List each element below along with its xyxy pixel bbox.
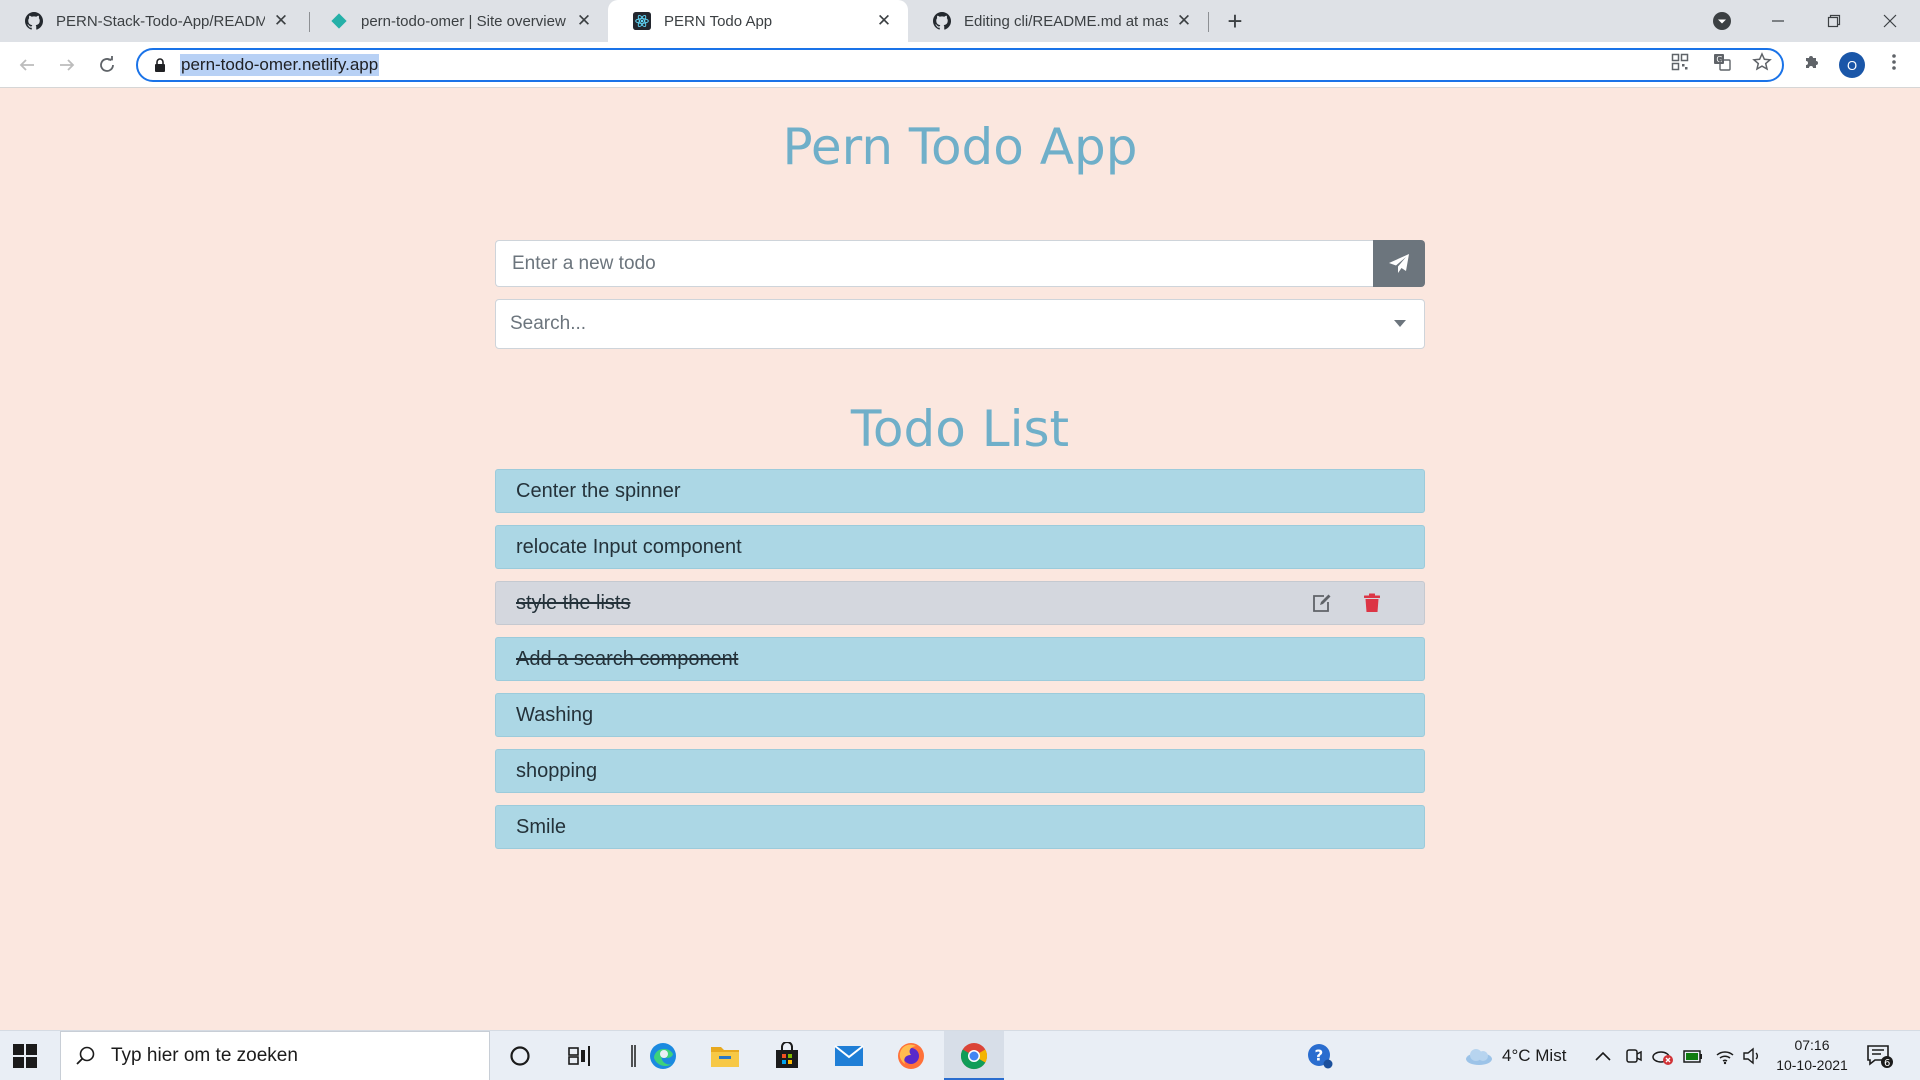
windows-start-icon[interactable] (12, 1043, 38, 1069)
react-icon (632, 11, 652, 31)
close-icon[interactable]: ✕ (874, 11, 894, 31)
todo-item[interactable]: shopping (495, 749, 1425, 793)
todo-text[interactable]: Smile (516, 816, 566, 839)
restore-button[interactable] (1806, 0, 1862, 42)
github-icon (24, 11, 44, 31)
close-icon[interactable]: ✕ (1174, 11, 1194, 31)
extensions-icon[interactable] (1799, 49, 1825, 75)
notification-count: 6 (1884, 1058, 1890, 1069)
taskbar-search-text: Typ hier om te zoeken (111, 1045, 298, 1066)
chevron-down-icon (1713, 12, 1731, 30)
arrow-left-icon (19, 59, 34, 71)
tab-separator (1208, 12, 1209, 32)
tab-title: PERN Todo App (664, 12, 773, 30)
edit-icon[interactable] (1310, 591, 1334, 615)
todo-item[interactable]: style the lists (495, 581, 1425, 625)
close-window-button[interactable] (1862, 0, 1918, 42)
volume-icon[interactable] (1735, 1039, 1769, 1073)
forward-button[interactable] (52, 50, 82, 80)
reload-button[interactable] (92, 50, 122, 80)
chevron-up-icon[interactable] (1586, 1039, 1620, 1073)
tab-title: Editing cli/README.md at master (964, 12, 1168, 30)
store-icon[interactable] (770, 1039, 804, 1073)
clock-date: 10-10-2021 (1776, 1057, 1848, 1073)
tab-title: pern-todo-omer | Site overview (361, 12, 566, 30)
todo-text[interactable]: shopping (516, 760, 597, 783)
todo-item[interactable]: Washing (495, 693, 1425, 737)
github-icon (932, 11, 952, 31)
search-input[interactable] (510, 313, 1390, 335)
battery-icon[interactable] (1677, 1039, 1711, 1073)
tab-github-editing[interactable]: Editing cli/README.md at master ✕ (908, 0, 1208, 42)
search-select[interactable] (495, 299, 1425, 349)
new-todo-input[interactable] (495, 240, 1373, 287)
browser-toolbar: pern-todo-omer.netlify.app G O (0, 42, 1920, 88)
reload-icon (100, 56, 114, 72)
notification-icon[interactable]: 6 (1863, 1039, 1897, 1073)
tab-netlify-site[interactable]: pern-todo-omer | Site overview ✕ (305, 0, 608, 42)
qr-code-icon[interactable] (1667, 49, 1693, 75)
onedrive-error-icon[interactable] (1646, 1039, 1680, 1073)
weather-text[interactable]: 4°C Mist (1502, 1046, 1566, 1066)
file-explorer-icon[interactable] (708, 1039, 742, 1073)
todo-text[interactable]: Center the spinner (516, 480, 681, 503)
todo-text[interactable]: style the lists (516, 592, 630, 615)
app-title: Pern Todo App (782, 118, 1138, 176)
mail-icon[interactable] (832, 1039, 866, 1073)
close-icon[interactable]: ✕ (271, 11, 291, 31)
more-menu-icon[interactable] (1881, 49, 1907, 75)
caret-down-icon[interactable] (1390, 314, 1410, 334)
todo-text[interactable]: Add a search component (516, 648, 738, 671)
weather-cloud-icon[interactable] (1462, 1039, 1496, 1073)
separator-icon (616, 1039, 650, 1073)
system-clock[interactable]: 07:16 10-10-2021 (1772, 1035, 1852, 1075)
todo-item[interactable]: Center the spinner (495, 469, 1425, 513)
new-tab-button[interactable]: + (1220, 6, 1250, 36)
paper-plane-icon (1389, 253, 1409, 273)
netlify-icon (329, 11, 349, 31)
list-title: Todo List (850, 400, 1070, 458)
todo-text[interactable]: relocate Input component (516, 536, 742, 559)
search-icon (76, 1046, 95, 1065)
close-icon[interactable]: ✕ (574, 11, 594, 31)
task-view-icon[interactable] (563, 1039, 597, 1073)
todo-text[interactable]: Washing (516, 704, 593, 727)
star-icon[interactable] (1749, 49, 1775, 75)
todo-item[interactable]: Add a search component (495, 637, 1425, 681)
minimize-button[interactable] (1750, 0, 1806, 42)
add-todo-button[interactable] (1373, 240, 1425, 287)
address-bar[interactable]: pern-todo-omer.netlify.app (136, 48, 1784, 82)
clock-time: 07:16 (1794, 1037, 1830, 1053)
url-text[interactable]: pern-todo-omer.netlify.app (180, 54, 380, 76)
browser-tab-bar: PERN-Stack-Todo-App/README. ✕ pern-todo-… (0, 0, 1920, 42)
tab-pern-todo-app[interactable]: PERN Todo App ✕ (608, 0, 908, 42)
translate-icon[interactable]: G (1709, 49, 1735, 75)
tab-github-readme[interactable]: PERN-Stack-Todo-App/README. ✕ (0, 0, 305, 42)
lock-icon[interactable] (152, 57, 168, 73)
profile-avatar[interactable]: O (1839, 52, 1865, 78)
tab-title: PERN-Stack-Todo-App/README. (56, 12, 265, 30)
help-icon[interactable]: ? (1303, 1039, 1337, 1073)
todo-list: Center the spinner relocate Input compon… (495, 469, 1425, 861)
svg-text:?: ? (1315, 1047, 1324, 1065)
taskbar: Typ hier om te zoeken ? 4°C Mist 07:16 1… (0, 1030, 1920, 1080)
taskbar-search-box[interactable]: Typ hier om te zoeken (60, 1031, 490, 1080)
todo-item[interactable]: Smile (495, 805, 1425, 849)
add-todo-form (495, 240, 1425, 287)
chrome-icon[interactable] (957, 1039, 991, 1073)
todo-item[interactable]: relocate Input component (495, 525, 1425, 569)
back-button[interactable] (12, 50, 42, 80)
tab-search-button[interactable] (1694, 0, 1750, 42)
edge-icon[interactable] (646, 1039, 680, 1073)
cortana-icon[interactable] (503, 1039, 537, 1073)
trash-icon[interactable] (1360, 591, 1384, 615)
todo-actions (1310, 582, 1384, 624)
firefox-icon[interactable] (894, 1039, 928, 1073)
arrow-right-icon (60, 59, 75, 71)
